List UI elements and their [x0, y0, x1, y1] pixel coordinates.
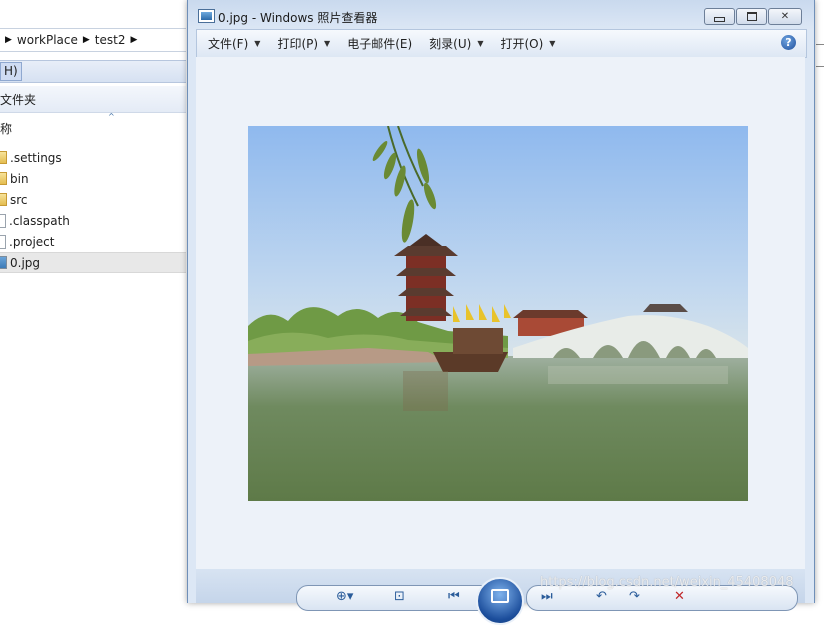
folder-icon [0, 151, 7, 164]
column-name-label[interactable]: 称 [0, 120, 12, 137]
menu-open[interactable]: 打开(O) ▼ [500, 30, 555, 57]
menu-file-label: 文件(F) [208, 37, 249, 51]
photo-viewer-icon [198, 9, 215, 23]
file-name: .classpath [9, 213, 70, 228]
menu-burn[interactable]: 刻录(U) ▼ [429, 30, 483, 57]
file-icon [0, 234, 6, 249]
maximize-icon [746, 12, 757, 21]
next-icon[interactable]: ⏭ [541, 590, 553, 603]
file-row-0jpg[interactable]: 0.jpg [0, 252, 186, 273]
file-row-settings[interactable]: .settings [0, 147, 186, 168]
close-icon: ✕ [780, 11, 790, 22]
file-name: bin [10, 171, 29, 186]
watermark-text: https://blog.csdn.net/weixin_45408048 [540, 575, 794, 590]
close-button[interactable]: ✕ [768, 8, 802, 25]
explorer-menubar: H) [0, 60, 186, 83]
sort-up-icon: ^ [108, 112, 115, 121]
slideshow-button[interactable] [476, 577, 524, 625]
file-row-bin[interactable]: bin [0, 168, 186, 189]
address-bar[interactable]: ▶ workPlace ▶ test2 ▶ [0, 28, 186, 52]
chevron-right-icon[interactable]: ▶ [5, 35, 12, 45]
menu-burn-label: 刻录(U) [429, 37, 472, 51]
menu-help[interactable]: H) [0, 62, 22, 81]
image-file-icon [0, 256, 7, 269]
file-name: .settings [10, 150, 62, 165]
explorer-toolbar: 文件夹 [0, 86, 186, 113]
file-list: .settings bin src .classpath .project 0.… [0, 147, 186, 273]
new-folder-button[interactable]: 文件夹 [0, 91, 36, 108]
menu-print-label: 打印(P) [277, 37, 319, 51]
landscape-photo [248, 126, 748, 501]
rotate-right-icon[interactable]: ↷ [629, 590, 640, 603]
file-name: 0.jpg [10, 255, 41, 270]
chevron-down-icon: ▼ [254, 39, 261, 48]
column-header[interactable]: ^ 称 [0, 112, 186, 140]
folder-icon [0, 172, 7, 185]
zoom-icon[interactable]: ⊕▾ [336, 590, 353, 603]
displayed-photo [248, 126, 748, 501]
folder-icon [0, 193, 7, 206]
title-bar[interactable]: 0.jpg - Windows 照片查看器 ✕ [188, 0, 814, 30]
menu-email-label: 电子邮件(E) [347, 37, 413, 51]
file-row-classpath[interactable]: .classpath [0, 210, 186, 231]
menu-print[interactable]: 打印(P) ▼ [277, 30, 330, 57]
chevron-down-icon: ▼ [324, 39, 331, 48]
maximize-button[interactable] [736, 8, 767, 25]
menu-file[interactable]: 文件(F) ▼ [208, 30, 260, 57]
menu-open-label: 打开(O) [500, 37, 544, 51]
image-canvas[interactable] [196, 57, 805, 569]
chevron-down-icon: ▼ [477, 39, 484, 48]
rotate-left-icon[interactable]: ↶ [596, 590, 607, 603]
breadcrumb-workplace[interactable]: workPlace [17, 33, 78, 47]
viewer-menubar: 文件(F) ▼ 打印(P) ▼ 电子邮件(E) 刻录(U) ▼ 打开(O) ▼ … [196, 29, 807, 58]
menu-email[interactable]: 电子邮件(E) [347, 30, 412, 57]
previous-icon[interactable]: ⏮ [448, 590, 460, 603]
file-icon [0, 213, 6, 228]
delete-icon[interactable]: ✕ [674, 590, 685, 603]
chevron-right-icon[interactable]: ▶ [83, 35, 90, 45]
file-row-src[interactable]: src [0, 189, 186, 210]
actual-size-icon[interactable]: ⊡ [394, 590, 405, 603]
file-name: src [10, 192, 28, 207]
minimize-button[interactable] [704, 8, 735, 25]
minimize-icon [714, 16, 725, 22]
chevron-right-icon[interactable]: ▶ [130, 35, 137, 45]
photo-viewer-window: 0.jpg - Windows 照片查看器 ✕ 文件(F) ▼ 打印(P) ▼ … [187, 0, 815, 625]
window-title: 0.jpg - Windows 照片查看器 [218, 11, 378, 25]
chevron-down-icon: ▼ [549, 39, 556, 48]
help-icon[interactable]: ? [781, 35, 796, 50]
file-row-project[interactable]: .project [0, 231, 186, 252]
file-name: .project [9, 234, 55, 249]
breadcrumb-test2[interactable]: test2 [95, 33, 126, 47]
